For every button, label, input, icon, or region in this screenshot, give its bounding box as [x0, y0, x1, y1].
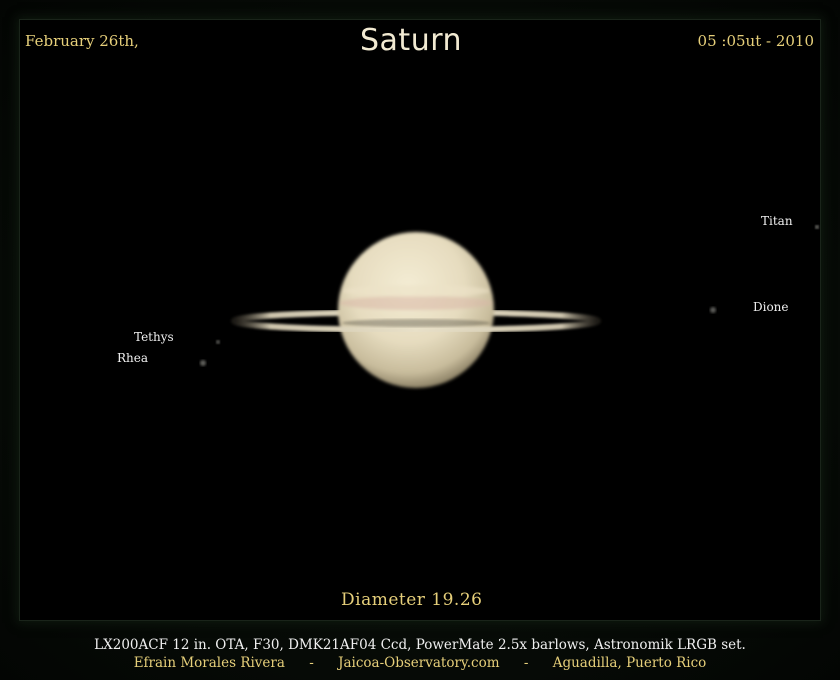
observation-date: February 26th,	[25, 32, 139, 50]
credits-line: Efrain Morales Rivera - Jaicoa-Observato…	[0, 655, 840, 671]
page-title: Saturn	[360, 23, 463, 58]
rhea-label: Rhea	[117, 351, 149, 365]
separator: -	[309, 655, 314, 671]
rhea-moon	[200, 360, 206, 366]
saturn-globe	[338, 232, 494, 388]
tethys-label: Tethys	[134, 330, 174, 344]
equipment-info: LX200ACF 12 in. OTA, F30, DMK21AF04 Ccd,…	[94, 637, 746, 653]
tethys-moon	[216, 340, 220, 344]
author-name: Efrain Morales Rivera	[133, 655, 285, 671]
location-text: Aguadilla, Puerto Rico	[552, 655, 707, 671]
titan-moon	[815, 225, 819, 229]
saturn-photo: February 26th, Saturn 05 :05ut - 2010 Ti…	[20, 20, 820, 620]
observation-time: 05 :05ut - 2010	[697, 32, 814, 50]
titan-label: Titan	[761, 214, 793, 228]
website-link[interactable]: Jaicoa-Observatory.com	[338, 655, 499, 671]
saturn-image	[200, 225, 819, 388]
separator: -	[523, 655, 529, 671]
dione-label: Dione	[753, 300, 789, 314]
diameter-label: Diameter 19.26	[341, 590, 483, 610]
dione-moon	[710, 307, 716, 313]
ring-shadow	[342, 319, 490, 327]
